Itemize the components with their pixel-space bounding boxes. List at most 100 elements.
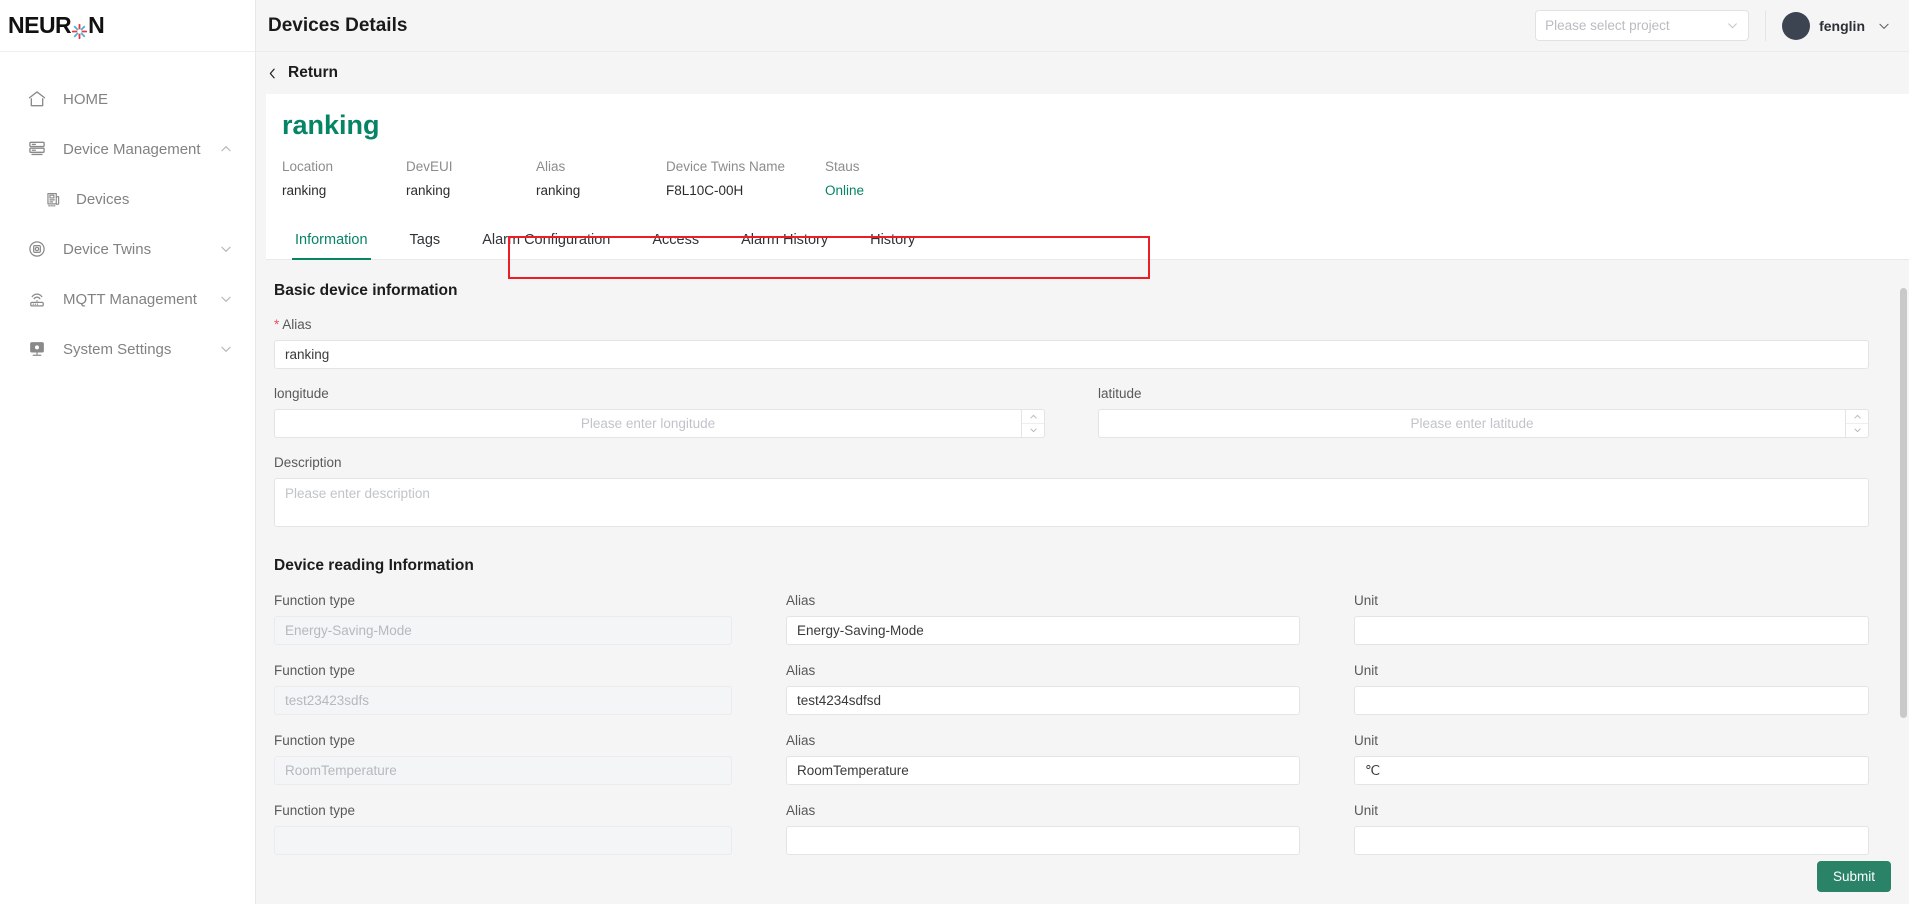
monitor-icon (26, 338, 48, 360)
alias-label: * Alias (274, 317, 1869, 332)
sidebar-item-system-settings[interactable]: System Settings (0, 324, 255, 374)
content-scrollbar[interactable] (1900, 52, 1907, 904)
function-type-input: test23423sdfs (274, 686, 732, 715)
function-type-input: RoomTemperature (274, 756, 732, 785)
meta-label: Device Twins Name (666, 159, 786, 174)
reading-unit-input[interactable] (1354, 686, 1869, 715)
longitude-stepper[interactable]: Please enter longitude (274, 409, 1045, 438)
alias-field-group: * Alias ranking (274, 317, 1869, 369)
device-meta-deveui: DevEUI ranking (406, 159, 536, 198)
chevron-up-icon[interactable] (1022, 410, 1044, 424)
device-meta-row: Location ranking DevEUI ranking Alias ra… (282, 159, 1909, 198)
content-scroll[interactable]: Return ranking Location ranking DevEUI r… (256, 52, 1909, 904)
sidebar: NEUR N HOME Device Management Devices De… (0, 0, 256, 904)
reading-unit-input[interactable]: ℃ (1354, 756, 1869, 785)
reading-row: Function type test23423sdfs Alias test42… (274, 663, 1869, 715)
reading-unit-input[interactable] (1354, 616, 1869, 645)
function-type-label: Function type (274, 733, 356, 748)
asterisk-logo-icon (71, 19, 88, 40)
brand-logo[interactable]: NEUR N (0, 0, 255, 52)
meta-value: ranking (406, 183, 451, 198)
function-type-input (274, 826, 732, 855)
device-meta-location: Location ranking (282, 159, 406, 198)
chevron-down-icon[interactable] (219, 342, 233, 356)
sidebar-item-label: Device Twins (63, 240, 152, 258)
reading-unit-input[interactable] (1354, 826, 1869, 855)
function-type-label: Function type (274, 803, 356, 818)
chevron-down-icon[interactable] (219, 292, 233, 306)
device-meta-status: Staus Online (825, 159, 864, 198)
device-name: ranking (282, 110, 380, 140)
chevron-up-icon[interactable] (1846, 410, 1868, 424)
reading-alias-cell: Alias RoomTemperature (786, 733, 1354, 785)
return-button[interactable]: Return (266, 64, 338, 82)
chevron-up-icon[interactable] (219, 142, 233, 156)
sidebar-item-label: HOME (63, 90, 108, 108)
chevron-down-icon[interactable] (1846, 424, 1868, 437)
meta-value: ranking (282, 183, 327, 198)
latitude-stepper[interactable]: Please enter latitude (1098, 409, 1869, 438)
function-type-value: Energy-Saving-Mode (285, 623, 412, 638)
latitude-placeholder: Please enter latitude (1410, 416, 1534, 431)
tab-tags[interactable]: Tags (389, 232, 462, 259)
alias-input-value: ranking (285, 347, 330, 362)
device-summary-card: ranking Location ranking DevEUI ranking … (266, 94, 1909, 220)
latitude-spin-buttons[interactable] (1845, 409, 1869, 438)
latitude-input[interactable]: Please enter latitude (1098, 409, 1845, 438)
chevron-down-icon[interactable] (219, 242, 233, 256)
scrollbar-thumb[interactable] (1900, 288, 1907, 718)
sidebar-item-devices[interactable]: Devices (0, 174, 255, 224)
longitude-input[interactable]: Please enter longitude (274, 409, 1021, 438)
tab-alarm-history[interactable]: Alarm History (720, 232, 849, 259)
top-bar: Devices Details Please select project fe… (256, 0, 1909, 52)
reading-unit-cell: Unit (1354, 803, 1869, 855)
tab-label: Access (652, 232, 700, 248)
function-type-label: Function type (274, 593, 356, 608)
description-placeholder: Please enter description (285, 486, 430, 501)
reading-alias-input[interactable]: Energy-Saving-Mode (786, 616, 1300, 645)
reading-unit-cell: Unit (1354, 593, 1869, 645)
tab-history[interactable]: History (849, 232, 936, 259)
reading-function-type-cell: Function type RoomTemperature (274, 733, 786, 785)
project-select[interactable]: Please select project (1535, 10, 1750, 41)
home-icon (26, 88, 48, 110)
sidebar-item-device-management[interactable]: Device Management (0, 124, 255, 174)
user-menu[interactable]: fenglin (1782, 11, 1891, 40)
tab-label: Alarm History (741, 232, 829, 248)
description-input[interactable]: Please enter description (274, 478, 1869, 527)
submit-button[interactable]: Submit (1817, 861, 1891, 892)
device-meta-alias: Alias ranking (536, 159, 666, 198)
meta-label: DevEUI (406, 159, 453, 174)
brand-name-tail: N (88, 12, 105, 38)
tab-information[interactable]: Information (274, 232, 389, 260)
sidebar-item-mqtt-management[interactable]: MQTT Management (0, 274, 255, 324)
unit-label: Unit (1354, 733, 1379, 748)
chevron-down-icon (1726, 19, 1739, 32)
reading-alias-input[interactable]: RoomTemperature (786, 756, 1300, 785)
description-field-group: Description Please enter description (274, 455, 1869, 527)
sidebar-item-device-twins[interactable]: Device Twins (0, 224, 255, 274)
chevron-down-icon[interactable] (1022, 424, 1044, 437)
reading-alias-value: test4234sdfsd (797, 693, 882, 708)
tab-access[interactable]: Access (631, 232, 720, 259)
sidebar-item-home[interactable]: HOME (0, 74, 255, 124)
longitude-spin-buttons[interactable] (1021, 409, 1045, 438)
brand-logo-text: NEUR N (8, 12, 105, 40)
reading-unit-cell: Unit ℃ (1354, 733, 1869, 785)
function-type-value: test23423sdfs (285, 693, 370, 708)
alias-input[interactable]: ranking (274, 340, 1869, 369)
tab-label: Alarm Configuration (482, 232, 611, 248)
alias-label: Alias (786, 593, 816, 608)
longitude-field-group: longitude Please enter longitude (274, 386, 1045, 438)
reading-alias-input[interactable] (786, 826, 1300, 855)
return-label: Return (288, 64, 338, 81)
tab-alarm-configuration[interactable]: Alarm Configuration (461, 232, 631, 259)
alias-label: Alias (786, 663, 816, 678)
function-type-label: Function type (274, 663, 356, 678)
unit-label: Unit (1354, 663, 1379, 678)
meta-value: ranking (536, 183, 581, 198)
reading-alias-input[interactable]: test4234sdfsd (786, 686, 1300, 715)
reading-row: Function type Alias Unit (274, 803, 1869, 855)
chevron-down-icon (1877, 19, 1891, 33)
description-label: Description (274, 455, 342, 470)
